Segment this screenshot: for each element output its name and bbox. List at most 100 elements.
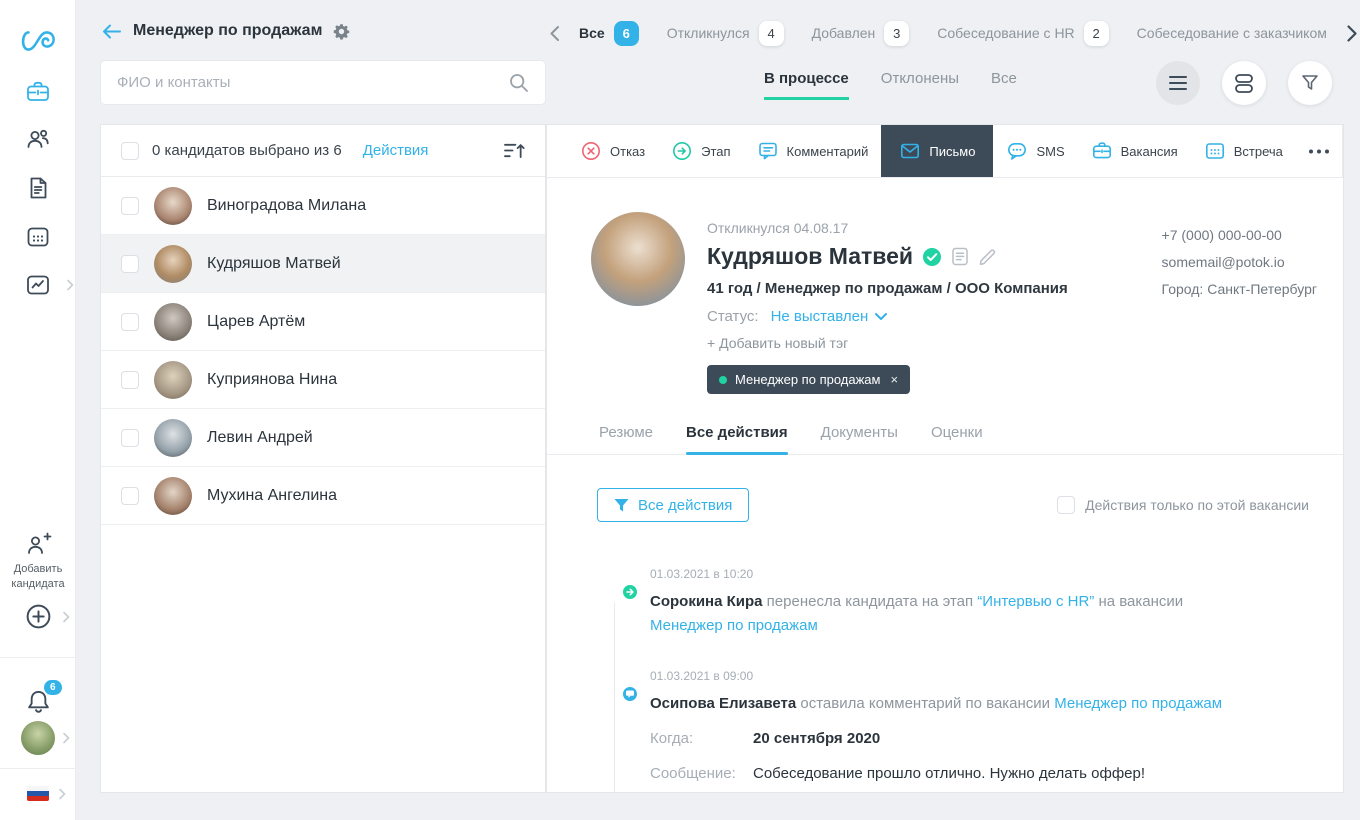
sidebar-item-candidates[interactable]	[0, 126, 76, 152]
sidebar-item-documents[interactable]	[0, 175, 76, 201]
tab-documents[interactable]: Документы	[821, 424, 898, 454]
tag-remove-icon[interactable]: ×	[890, 372, 898, 387]
sidebar-divider	[0, 657, 75, 658]
actions-filter-button[interactable]: Все действия	[597, 488, 749, 522]
vacancy-button[interactable]: Вакансия	[1078, 125, 1191, 177]
candidate-row-selected[interactable]: Кудряшов Матвей	[101, 235, 545, 293]
only-this-vacancy-toggle[interactable]: Действия только по этой вакансии	[1057, 496, 1309, 514]
chevron-right-icon	[63, 611, 70, 622]
sms-button[interactable]: SMS	[993, 125, 1077, 177]
tab-all-actions[interactable]: Все действия	[686, 424, 788, 454]
select-all-checkbox[interactable]	[121, 142, 139, 160]
stage-tab-responded[interactable]: Откликнулся 4	[659, 21, 792, 46]
sort-button[interactable]	[503, 141, 525, 160]
close-panel-button[interactable]	[1342, 125, 1344, 177]
sidebar-item-analytics[interactable]	[0, 272, 76, 298]
actions-menu-button[interactable]: Действия	[363, 142, 429, 159]
candidate-checkbox[interactable]	[121, 255, 139, 273]
candidate-checkbox[interactable]	[121, 313, 139, 331]
candidate-list-panel: 0 кандидатов выбрано из 6 Действия Виног…	[100, 124, 546, 793]
language-switcher[interactable]	[0, 786, 76, 801]
stage-link[interactable]: “Интервью с HR”	[977, 593, 1094, 610]
tag-pill[interactable]: Менеджер по продажам ×	[707, 365, 910, 394]
candidate-search	[100, 60, 546, 105]
tab-all[interactable]: Все	[991, 70, 1017, 100]
stage-tab-all[interactable]: Все 6	[571, 21, 647, 46]
stage-tab-client-interview[interactable]: Собеседование с заказчиком	[1129, 25, 1335, 41]
chevron-right-icon	[1347, 25, 1357, 42]
vacancy-settings-button[interactable]	[333, 23, 350, 40]
candidate-row[interactable]: Мухина Ангелина	[101, 467, 545, 525]
funnel-icon	[614, 498, 629, 513]
candidate-row[interactable]: Куприянова Нина	[101, 351, 545, 409]
notifications-button[interactable]: 6	[0, 688, 76, 715]
gear-icon	[333, 23, 350, 40]
stage-tab-added[interactable]: Добавлен 3	[804, 21, 918, 46]
user-menu[interactable]	[0, 721, 76, 755]
candidate-row[interactable]: Виноградова Милана	[101, 177, 545, 235]
only-this-vacancy-checkbox[interactable]	[1057, 496, 1075, 514]
meeting-button[interactable]: Встреча	[1191, 125, 1296, 177]
candidate-city: Город: Санкт-Петербург	[1162, 276, 1317, 303]
user-avatar	[21, 721, 55, 755]
card-view-button[interactable]	[1222, 61, 1266, 105]
create-button[interactable]	[0, 602, 76, 631]
stage-scroll-right[interactable]	[1347, 25, 1357, 42]
mail-icon	[899, 140, 921, 162]
filter-button[interactable]	[1288, 61, 1332, 105]
pencil-icon[interactable]	[978, 247, 997, 266]
verified-icon	[922, 247, 942, 267]
candidate-row[interactable]: Царев Артём	[101, 293, 545, 351]
sidebar-item-vacancies[interactable]	[0, 79, 76, 105]
add-candidate-button[interactable]	[0, 532, 76, 558]
status-dropdown[interactable]: Не выставлен	[771, 308, 888, 325]
chevron-left-icon	[550, 26, 559, 41]
candidate-detail-panel: Отказ Этап Комментарий	[546, 124, 1344, 793]
stage-button[interactable]: Этап	[658, 125, 743, 177]
candidate-checkbox[interactable]	[121, 197, 139, 215]
candidate-name: Кудряшов Матвей	[707, 243, 913, 270]
tab-resume[interactable]: Резюме	[599, 424, 653, 454]
sms-icon	[1006, 140, 1028, 162]
chevron-right-icon	[59, 788, 66, 799]
comment-button[interactable]: Комментарий	[744, 125, 882, 177]
vacancy-link[interactable]: Менеджер по продажам	[1054, 695, 1222, 712]
feed-item-comment: 01.03.2021 в 09:00 Осипова Елизавета ост…	[597, 664, 1343, 786]
candidate-avatar	[154, 245, 192, 283]
candidate-checkbox[interactable]	[121, 429, 139, 447]
more-actions-button[interactable]	[1296, 125, 1342, 177]
tag-dot-icon	[719, 376, 727, 384]
back-button[interactable]	[102, 23, 122, 40]
list-view-button[interactable]	[1156, 61, 1200, 105]
view-controls	[1156, 61, 1332, 105]
when-value: 20 сентября 2020	[753, 727, 880, 751]
add-tag-button[interactable]: + Добавить новый тэг	[707, 335, 1107, 351]
app-root: Добавить кандидата 6	[0, 0, 1360, 820]
search-icon[interactable]	[508, 72, 529, 93]
candidate-checkbox[interactable]	[121, 487, 139, 505]
list-filter-tabs: В процессе Отклонены Все	[764, 70, 1017, 100]
profile-main: Откликнулся 04.08.17 Кудряшов Матвей	[707, 212, 1107, 394]
candidate-row[interactable]: Левин Андрей	[101, 409, 545, 467]
search-input[interactable]	[117, 74, 508, 91]
when-label: Когда:	[650, 727, 753, 751]
stage-change-badge-icon	[621, 583, 639, 601]
vacancy-link[interactable]: Менеджер по продажам	[650, 617, 818, 634]
reject-button[interactable]: Отказ	[567, 125, 658, 177]
tab-in-progress[interactable]: В процессе	[764, 70, 849, 100]
tab-scores[interactable]: Оценки	[931, 424, 983, 454]
candidate-checkbox[interactable]	[121, 371, 139, 389]
mail-button[interactable]: Письмо	[881, 125, 993, 177]
add-candidate-label: Добавить кандидата	[0, 562, 76, 592]
list-view-icon	[1169, 75, 1187, 91]
stage-tab-hr-interview[interactable]: Собеседование с HR 2	[929, 21, 1116, 46]
stage-count-badge: 4	[759, 21, 784, 46]
chevron-down-icon	[875, 313, 887, 321]
chevron-right-icon	[63, 733, 70, 744]
sidebar-divider	[0, 768, 75, 769]
resume-doc-icon[interactable]	[951, 247, 969, 266]
feed-timestamp: 01.03.2021 в 10:20	[650, 562, 1183, 586]
stage-scroll-left[interactable]	[550, 26, 559, 41]
tab-rejected[interactable]: Отклонены	[881, 70, 959, 100]
sidebar-item-calendar[interactable]	[0, 224, 76, 250]
